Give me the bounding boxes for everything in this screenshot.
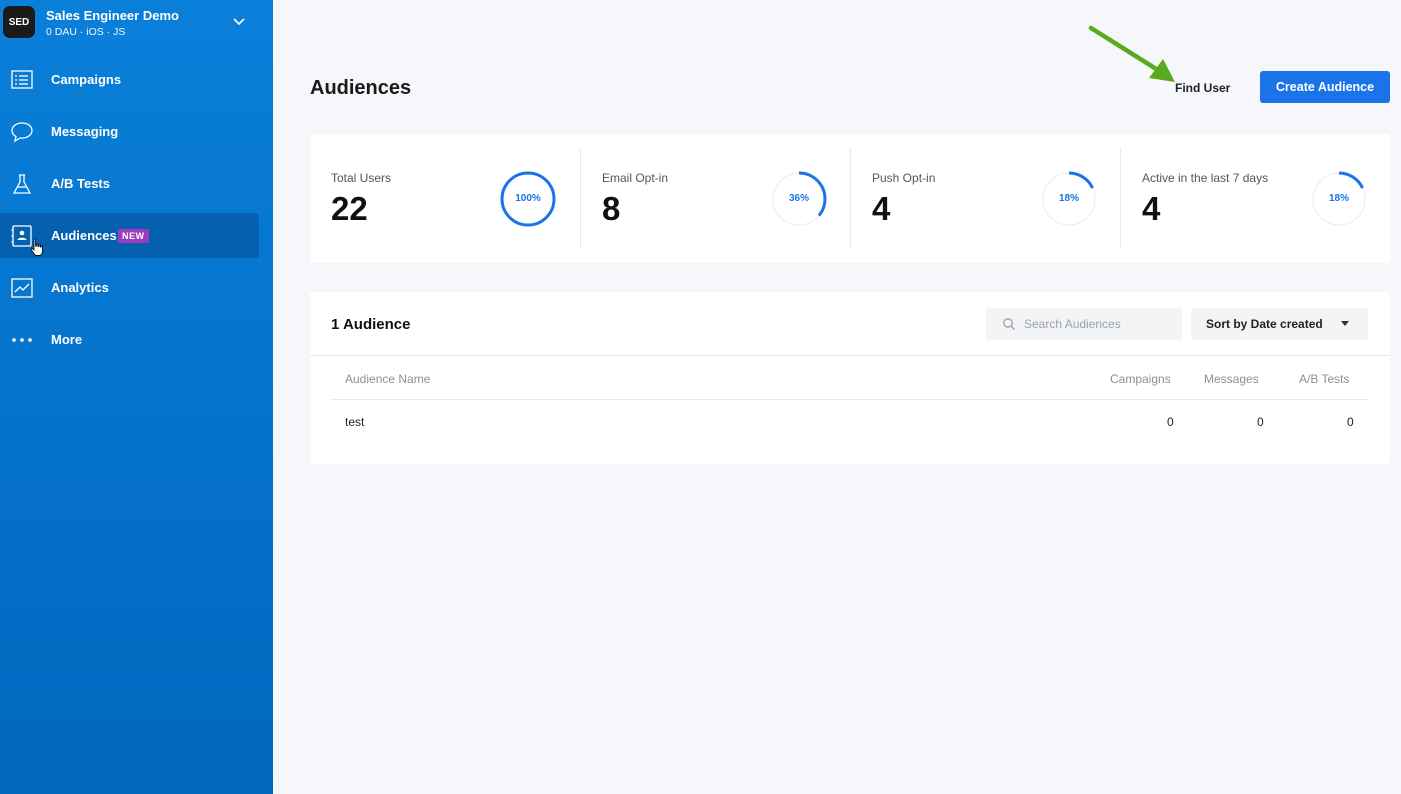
messages-count-cell: 0 xyxy=(1257,415,1264,429)
app-switcher[interactable]: SED Sales Engineer Demo 0 DAU · iOS · JS xyxy=(0,0,273,46)
find-user-button[interactable]: Find User xyxy=(1175,81,1230,95)
stat-value: 4 xyxy=(872,190,891,227)
audience-name-cell[interactable]: test xyxy=(345,415,364,429)
column-header-audience-name[interactable]: Audience Name xyxy=(345,372,430,386)
campaigns-count-cell: 0 xyxy=(1167,415,1174,429)
sidebar-item-label: A/B Tests xyxy=(51,176,110,191)
search-icon xyxy=(1003,318,1015,330)
list-title: 1 Audience xyxy=(331,316,411,333)
column-header-campaigns[interactable]: Campaigns xyxy=(1110,372,1171,386)
stat-value: 8 xyxy=(602,190,621,227)
chat-bubble-icon xyxy=(10,120,34,144)
sort-label: Sort by Date created xyxy=(1206,317,1323,331)
sidebar-item-campaigns[interactable]: Campaigns xyxy=(0,57,259,102)
sidebar: SED Sales Engineer Demo 0 DAU · iOS · JS… xyxy=(0,0,273,794)
more-dots-icon xyxy=(10,328,34,352)
stat-push-opt-in: Push Opt-in 4 18% xyxy=(850,148,1120,249)
stats-card: Total Users 22 100% Email Opt-in 8 36% P… xyxy=(310,134,1390,263)
stat-value: 4 xyxy=(1142,190,1161,227)
chevron-down-icon[interactable] xyxy=(231,16,247,28)
stat-label: Active in the last 7 days xyxy=(1142,171,1269,185)
search-box[interactable] xyxy=(986,308,1182,340)
hand-cursor-icon xyxy=(30,238,43,256)
sort-dropdown[interactable]: Sort by Date created xyxy=(1191,308,1368,340)
audience-list-card: 1 Audience Sort by Date created Audience… xyxy=(310,292,1390,464)
progress-ring-label: 100% xyxy=(515,193,541,204)
sidebar-item-label: Audiences xyxy=(51,228,117,243)
stat-label: Push Opt-in xyxy=(872,171,936,185)
progress-ring-label: 36% xyxy=(788,193,809,204)
annotation-arrow-icon xyxy=(1088,25,1175,82)
sidebar-item-analytics[interactable]: Analytics xyxy=(0,265,259,310)
sidebar-item-label: More xyxy=(51,332,83,347)
sidebar-item-more[interactable]: More xyxy=(0,317,259,362)
stat-active-last-7-days: Active in the last 7 days 4 18% xyxy=(1120,148,1390,249)
divider xyxy=(310,355,1390,356)
sidebar-item-messaging[interactable]: Messaging xyxy=(0,109,259,154)
flask-icon xyxy=(10,172,34,196)
stat-value: 22 xyxy=(331,190,368,227)
page-title: Audiences xyxy=(310,77,412,99)
stat-total-users: Total Users 22 100% xyxy=(310,148,580,249)
search-input[interactable] xyxy=(1024,308,1174,340)
table-row[interactable]: test 0 0 0 xyxy=(331,400,1368,444)
caret-down-icon xyxy=(1341,321,1349,326)
progress-ring-label: 18% xyxy=(1328,193,1349,204)
new-badge: NEW xyxy=(118,229,149,243)
ab-tests-count-cell: 0 xyxy=(1347,415,1354,429)
column-header-messages[interactable]: Messages xyxy=(1204,372,1259,386)
sidebar-item-label: Campaigns xyxy=(51,72,122,87)
list-icon xyxy=(10,68,34,92)
app-name: Sales Engineer Demo xyxy=(46,8,179,23)
stat-label: Total Users xyxy=(331,171,392,185)
stat-label: Email Opt-in xyxy=(602,171,669,185)
sidebar-item-label: Analytics xyxy=(51,280,109,295)
app-avatar: SED xyxy=(3,6,35,38)
column-header-ab-tests[interactable]: A/B Tests xyxy=(1299,372,1349,386)
sidebar-item-label: Messaging xyxy=(51,124,119,139)
line-chart-icon xyxy=(10,276,34,300)
app-meta: 0 DAU · iOS · JS xyxy=(46,26,126,38)
stat-email-opt-in: Email Opt-in 8 36% xyxy=(580,148,850,249)
progress-ring-label: 18% xyxy=(1058,193,1079,204)
sidebar-item-ab-tests[interactable]: A/B Tests xyxy=(0,161,259,206)
create-audience-button[interactable]: Create Audience xyxy=(1260,71,1390,103)
